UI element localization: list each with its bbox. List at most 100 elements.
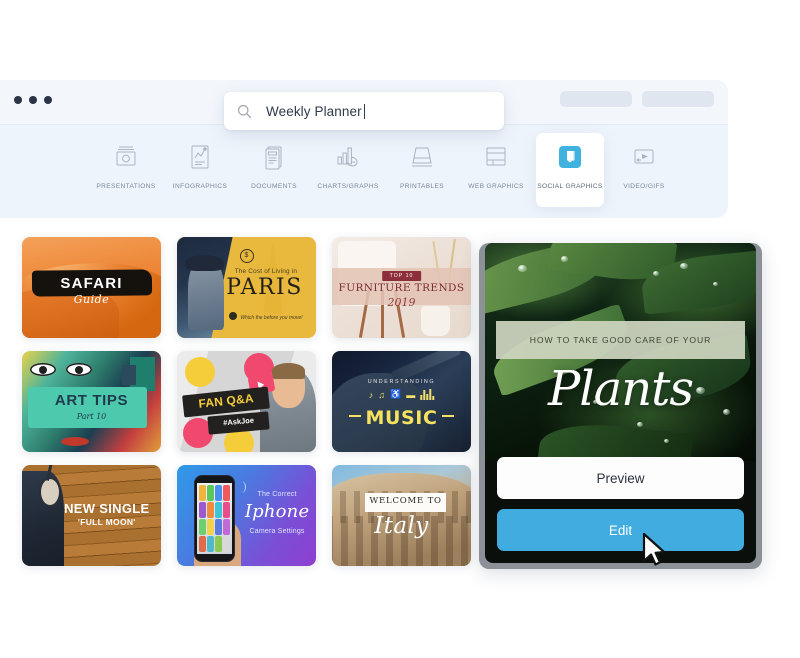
header-action-placeholder-1[interactable] — [560, 91, 632, 107]
phone-device — [193, 475, 236, 562]
money-badge-icon: $ — [239, 249, 254, 264]
art-block-2 — [122, 365, 136, 386]
fan-person-hair — [271, 363, 305, 380]
tab-printables[interactable]: PRINTABLES — [388, 133, 456, 207]
card-subtitle: 'FULL MOON' — [77, 516, 136, 527]
card-title: NEW SINGLE — [64, 501, 150, 517]
preview-button[interactable]: Preview — [497, 457, 744, 499]
music-note-icons: ♪ ♫ ♿ ▬ — [368, 389, 435, 401]
template-card-italy[interactable]: WELCOME TO Italy — [332, 465, 471, 566]
window-dot-maximize[interactable] — [44, 96, 52, 104]
radio-icon: ▬ — [406, 389, 416, 400]
card-title: MUSIC — [365, 406, 438, 429]
card-title: SAFARI — [60, 275, 123, 293]
water-drop — [680, 262, 689, 269]
card-badge: TOP 10 — [381, 270, 422, 281]
card-title: Iphone — [244, 501, 310, 523]
preview-hero-image: HOW TO TAKE GOOD CARE OF YOUR Plants — [485, 243, 756, 461]
tab-label: SOCIAL GRAPHICS — [537, 183, 603, 190]
tab-documents[interactable]: DOCUMENTS — [240, 133, 308, 207]
card-footnote-text: Which the before you move! — [240, 314, 303, 321]
tab-video-gifs[interactable]: VIDEO/GIFS — [610, 133, 678, 207]
card-eyebrow: The Correct — [257, 491, 297, 499]
tab-presentations[interactable]: PRESENTATIONS — [92, 133, 160, 207]
search-icon — [237, 104, 252, 118]
card-title: ART TIPS — [54, 392, 129, 410]
printables-icon — [412, 147, 432, 167]
card-title: Italy — [374, 513, 429, 540]
card-eyebrow: WELCOME TO — [369, 496, 442, 507]
search-bar[interactable]: Weekly Planner — [224, 92, 504, 130]
template-card-new-single[interactable]: NEW SINGLE 'FULL MOON' — [22, 465, 161, 566]
tab-social-graphics[interactable]: SOCIAL GRAPHICS — [536, 133, 604, 207]
template-grid: SAFARI Guide $ The Cost of Living in PAR… — [22, 237, 478, 579]
card-eyebrow: The Cost of Living in — [234, 268, 298, 276]
card-year: 2019 — [387, 295, 416, 309]
window-dot-minimize[interactable] — [29, 96, 37, 104]
window-dot-close[interactable] — [14, 96, 22, 104]
header-actions — [560, 91, 714, 107]
phone-screen — [197, 482, 232, 555]
tab-label: INFOGRAPHICS — [172, 183, 228, 190]
card-subtitle: Part 10 — [76, 411, 107, 421]
document-icon — [265, 146, 282, 170]
template-card-furniture[interactable]: TOP 10 FURNITURE TRENDS 2019 — [332, 237, 471, 338]
graffiti-eye-right — [66, 363, 93, 377]
mouse-pointer-icon — [642, 532, 666, 566]
video-play-icon — [634, 149, 654, 164]
card-title: PARIS — [226, 275, 303, 301]
text-caret — [363, 103, 365, 119]
window-controls[interactable] — [14, 96, 52, 104]
template-card-paris[interactable]: $ The Cost of Living in PARIS Which the … — [177, 237, 316, 338]
card-footnote: Which the before you move! — [219, 311, 314, 321]
screenshot-root: PRESENTATIONS INFOGRAPHICS DOCUMENTS CHA… — [0, 0, 800, 658]
graffiti-lips — [60, 436, 89, 446]
tab-label: WEB GRAPHICS — [468, 183, 524, 190]
template-row: SAFARI Guide $ The Cost of Living in PAR… — [22, 237, 478, 338]
tab-label: CHARTS/GRAPHS — [317, 183, 379, 190]
equalizer-icon — [420, 389, 435, 401]
music-note-icon: ♪ — [368, 389, 374, 400]
tab-label: DOCUMENTS — [251, 183, 297, 190]
header-action-placeholder-2[interactable] — [642, 91, 714, 107]
music-double-note-icon: ♫ — [378, 389, 386, 400]
tab-label: PRESENTATIONS — [96, 183, 156, 190]
graffiti-eye-left — [30, 363, 57, 377]
edit-button[interactable]: Edit — [497, 509, 744, 551]
preview-eyebrow-band: HOW TO TAKE GOOD CARE OF YOUR — [495, 321, 746, 359]
water-drop — [517, 264, 527, 272]
preview-hero-eyebrow: HOW TO TAKE GOOD CARE OF YOUR — [529, 334, 712, 345]
infographic-icon — [191, 145, 209, 169]
tab-label: VIDEO/GIFS — [623, 183, 665, 190]
search-input[interactable]: Weekly Planner — [266, 104, 362, 119]
template-card-art-tips[interactable]: ART TIPS Part 10 — [22, 351, 161, 452]
card-eyebrow: UNDERSTANDING — [367, 379, 436, 386]
preview-actions: Preview Edit — [485, 447, 756, 563]
water-drop — [636, 421, 643, 427]
tab-web-graphics[interactable]: WEB GRAPHICS — [462, 133, 530, 207]
tab-label: PRINTABLES — [399, 183, 445, 190]
headphones-icon: ♿ — [390, 389, 402, 400]
preview-inner: HOW TO TAKE GOOD CARE OF YOUR Plants Pre… — [485, 243, 756, 563]
chart-hand-icon — [337, 147, 358, 167]
template-row: NEW SINGLE 'FULL MOON' The Correct Iphon… — [22, 465, 478, 566]
template-preview-panel: HOW TO TAKE GOOD CARE OF YOUR Plants Pre… — [479, 243, 762, 569]
tab-infographics[interactable]: INFOGRAPHICS — [166, 133, 234, 207]
preview-hero-title: Plants — [547, 361, 694, 418]
pin-icon — [229, 311, 238, 320]
template-card-fan-qa[interactable]: FAN Q&A #AskJoe — [177, 351, 316, 452]
template-card-music[interactable]: UNDERSTANDING ♪ ♫ ♿ ▬ MUSIC — [332, 351, 471, 452]
vase-shape — [420, 305, 451, 336]
category-tabs: PRESENTATIONS INFOGRAPHICS DOCUMENTS CHA… — [0, 125, 728, 218]
card-title: FURNITURE TRENDS — [338, 282, 465, 295]
card-subtitle: Guide — [73, 292, 110, 306]
template-row: ART TIPS Part 10 FAN Q&A #AskJoe UNDERST… — [22, 351, 478, 452]
tab-charts-graphs[interactable]: CHARTS/GRAPHS — [314, 133, 382, 207]
card-footnote: Camera Settings — [249, 527, 305, 535]
template-card-iphone[interactable]: The Correct Iphone Camera Settings — [177, 465, 316, 566]
water-drop — [712, 282, 718, 287]
social-graphics-icon — [559, 146, 581, 168]
template-card-safari[interactable]: SAFARI Guide — [22, 237, 161, 338]
presentation-icon — [116, 146, 136, 166]
water-drop — [560, 256, 568, 263]
